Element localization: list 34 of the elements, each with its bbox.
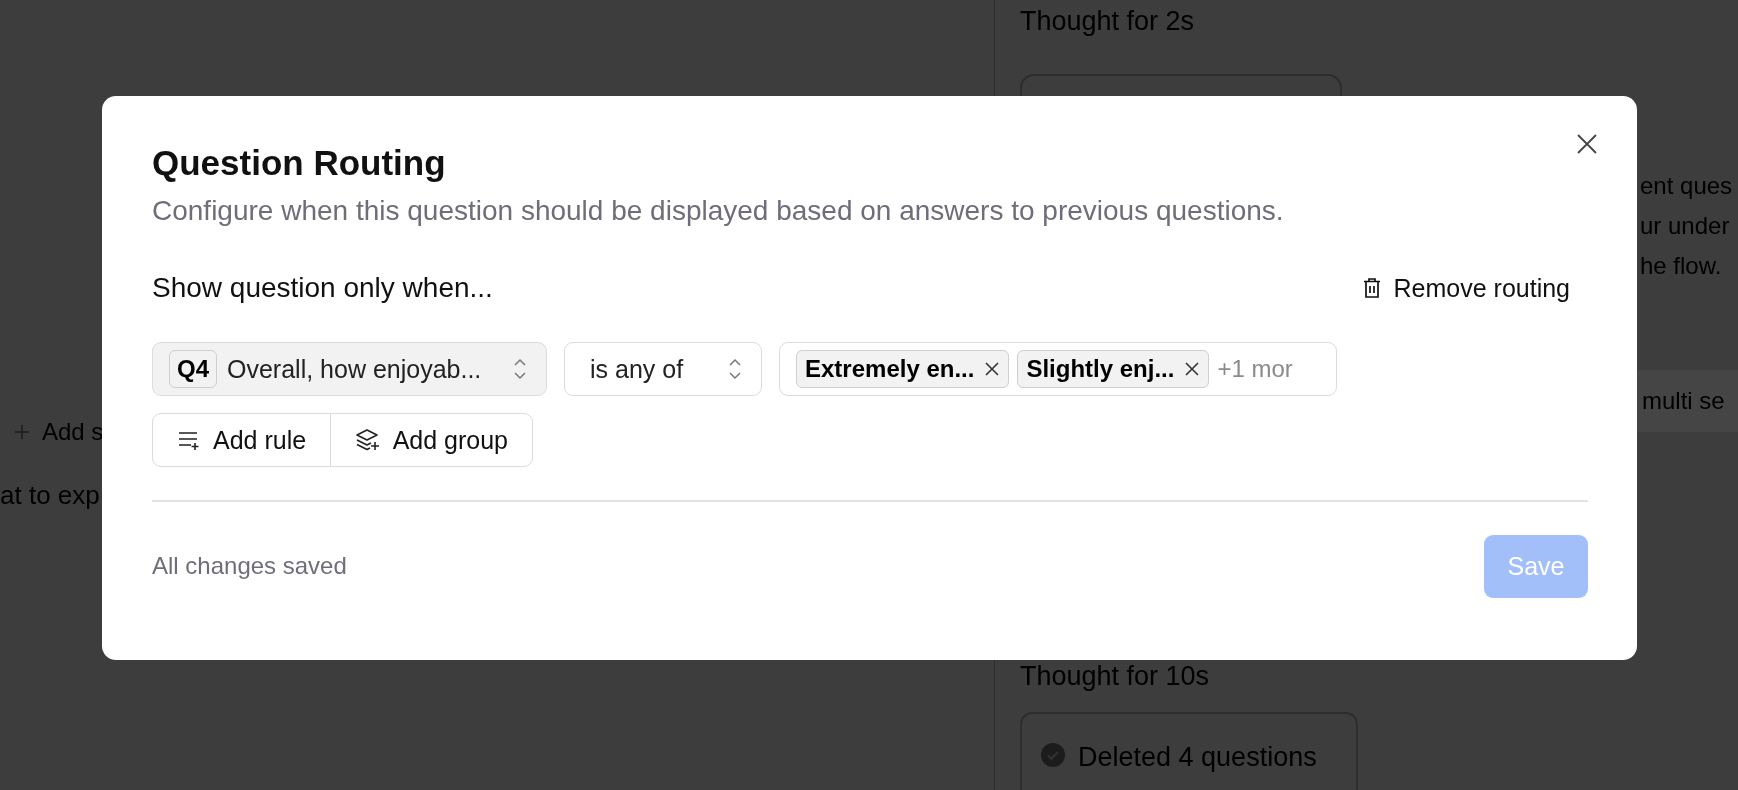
add-group-button[interactable]: Add group: [329, 413, 533, 467]
question-select[interactable]: Q4 Overall, how enjoyab...: [152, 342, 547, 396]
remove-icon[interactable]: [1184, 361, 1201, 377]
dialog-description: Configure when this question should be displayed based on answers to previous questions.: [152, 194, 1285, 228]
option-text: multi se: [1642, 387, 1725, 415]
operator-select[interactable]: is any of: [564, 342, 762, 396]
thought-label: Thought for 10s: [1020, 661, 1210, 691]
chip-label: Slightly enj...: [1026, 355, 1175, 383]
save-status: All changes saved: [152, 552, 347, 580]
check-circle-icon: [1040, 742, 1066, 768]
operator-text: is any of: [590, 354, 684, 384]
plus-icon: [12, 422, 32, 442]
message-text: ur under: [1640, 211, 1731, 241]
body-text: at to exp: [0, 480, 100, 511]
values-field[interactable]: Extremely en... Slightly enj... +1 mor: [779, 342, 1337, 396]
message-text: he flow.: [1640, 251, 1723, 281]
list-plus-icon: [177, 429, 201, 451]
remove-routing-button[interactable]: Remove routing: [1361, 273, 1570, 303]
status-text: Deleted 4 questions: [1078, 742, 1317, 773]
dialog-title: Question Routing: [152, 142, 447, 184]
more-count: +1 mor: [1217, 355, 1293, 383]
chip-label: Extremely en...: [805, 355, 975, 383]
section-title: Show question only when...: [152, 272, 493, 304]
question-tag: Q4: [169, 350, 217, 388]
question-text: Overall, how enjoyab...: [227, 354, 483, 384]
thought-label: Thought for 2s: [1020, 6, 1195, 37]
message-text: ent ques: [1640, 171, 1733, 201]
trash-icon: [1361, 277, 1382, 299]
close-button[interactable]: [1575, 132, 1599, 156]
chevron-up-down-icon: [727, 356, 743, 382]
chevron-up-down-icon: [512, 356, 528, 382]
remove-icon[interactable]: [984, 361, 1001, 377]
add-rule-button[interactable]: Add rule: [152, 413, 332, 467]
layers-plus-icon: [354, 428, 381, 452]
